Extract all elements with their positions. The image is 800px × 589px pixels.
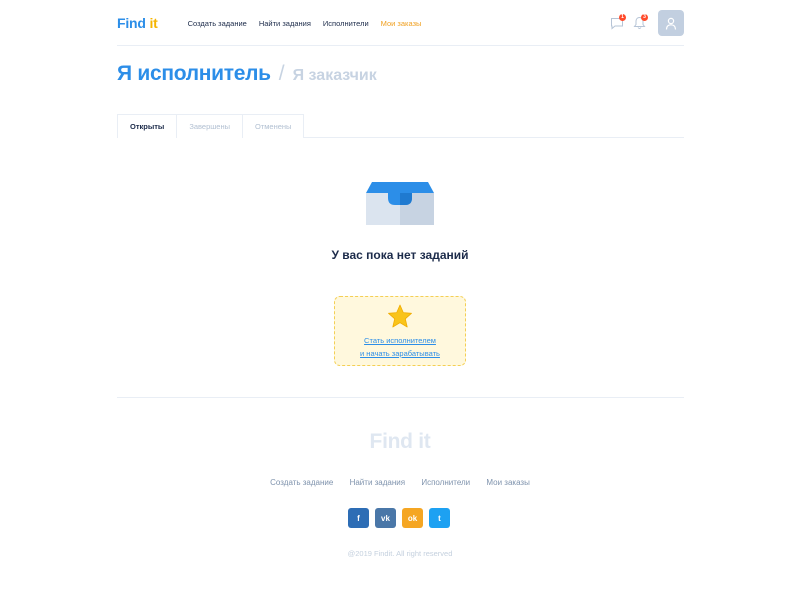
nav-my-orders[interactable]: Мои заказы xyxy=(381,19,422,28)
empty-inbox-icon xyxy=(366,182,434,225)
logo-part-it: it xyxy=(145,15,158,31)
footer-divider xyxy=(117,397,684,398)
tab-cancelled[interactable]: Отменены xyxy=(243,114,305,138)
notifications-button[interactable]: 3 xyxy=(630,14,648,32)
avatar[interactable] xyxy=(658,10,684,36)
footer-nav-performers[interactable]: Исполнители xyxy=(421,478,470,487)
start-earning-link[interactable]: и начать зарабатывать xyxy=(335,347,465,360)
tab-completed[interactable]: Завершены xyxy=(177,114,243,138)
nav-create-task[interactable]: Создать задание xyxy=(188,19,247,28)
odnoklassniki-icon[interactable]: ok xyxy=(402,508,423,528)
become-performer-link[interactable]: Стать исполнителем xyxy=(335,334,465,347)
user-icon xyxy=(665,17,677,30)
header-divider xyxy=(117,45,684,46)
empty-state-message: У вас пока нет заданий xyxy=(331,248,469,262)
footer-nav-create-task[interactable]: Создать задание xyxy=(270,478,333,487)
twitter-icon[interactable]: t xyxy=(429,508,450,528)
role-performer-title[interactable]: Я исполнитель xyxy=(117,62,271,86)
copyright: @2019 Findit. All right reserved xyxy=(347,549,453,558)
tab-open[interactable]: Открыты xyxy=(117,114,178,138)
footer-nav-find-tasks[interactable]: Найти задания xyxy=(350,478,406,487)
become-performer-card[interactable]: Стать исполнителем и начать зарабатывать xyxy=(334,296,466,366)
logo-part-find: Find xyxy=(117,15,146,31)
footer-nav: Создать задание Найти задания Исполнител… xyxy=(0,478,800,487)
role-separator: / xyxy=(278,62,285,85)
role-switcher: Я исполнитель / Я заказчик xyxy=(117,62,684,90)
footer-nav-my-orders[interactable]: Мои заказы xyxy=(486,478,529,487)
facebook-icon[interactable]: f xyxy=(348,508,369,528)
footer-logo[interactable]: Find it xyxy=(0,430,800,454)
messages-badge: 1 xyxy=(619,14,626,21)
nav-find-tasks[interactable]: Найти задания xyxy=(259,19,311,28)
main-nav: Создать задание Найти задания Исполнител… xyxy=(188,19,434,28)
status-tabs: Открыты Завершены Отменены xyxy=(117,114,684,138)
vk-icon[interactable]: vk xyxy=(375,508,396,528)
messages-button[interactable]: 1 xyxy=(608,14,626,32)
nav-performers[interactable]: Исполнители xyxy=(323,19,369,28)
role-customer-title[interactable]: Я заказчик xyxy=(293,67,377,85)
logo[interactable]: Find it xyxy=(117,15,158,31)
social-links: f vk ok t xyxy=(348,508,450,528)
header-actions: 1 3 xyxy=(608,10,684,36)
star-icon xyxy=(388,304,412,328)
notifications-badge: 3 xyxy=(641,14,648,21)
top-header: Find it Создать задание Найти задания Ис… xyxy=(117,10,684,36)
